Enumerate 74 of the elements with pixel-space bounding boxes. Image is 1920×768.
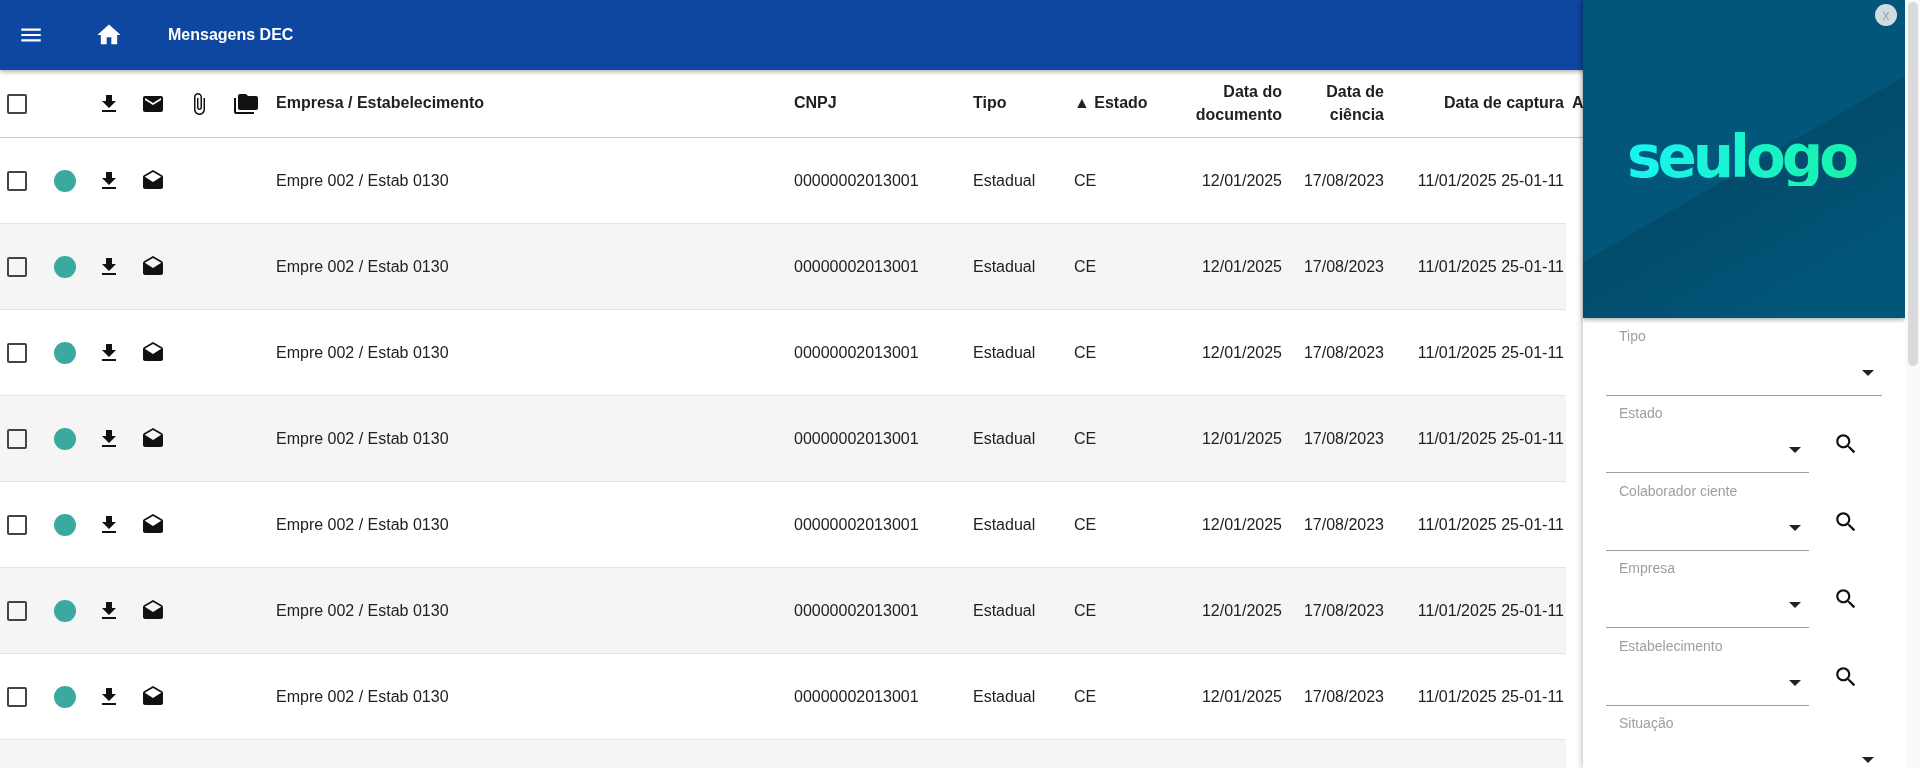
cnpj-cell: 00000002013001 — [794, 515, 919, 534]
capture-date-cell: 11/01/2025 25-01-11 — [1417, 257, 1564, 276]
cnpj-cell: 00000002013001 — [794, 171, 919, 190]
cnpj-cell: 00000002013001 — [794, 687, 919, 706]
document-date-cell: 12/01/2025 — [1201, 171, 1282, 190]
document-date-cell: 12/01/2025 — [1201, 601, 1282, 620]
cnpj-cell: 00000002013001 — [794, 257, 919, 276]
scrollbar-thumb[interactable] — [1908, 2, 1918, 366]
type-cell: Estadual — [973, 601, 1036, 620]
column-header[interactable]: CNPJ — [794, 92, 837, 115]
company-cell: Empre 002 / Estab 0130 — [276, 429, 449, 448]
page-title: Mensagens DEC — [168, 26, 294, 44]
acknowledged-date-cell: 17/08/2023 — [1303, 429, 1384, 448]
document-date-cell: 12/01/2025 — [1201, 257, 1282, 276]
acknowledged-date-cell: 17/08/2023 — [1303, 171, 1384, 190]
row-checkbox[interactable] — [7, 686, 27, 707]
dropdown-arrow-icon — [1789, 524, 1801, 531]
document-date-cell: 12/01/2025 — [1201, 687, 1282, 706]
company-cell: Empre 002 / Estab 0130 — [276, 343, 449, 362]
document-date-cell: 12/01/2025 — [1201, 343, 1282, 362]
company-cell: Empre 002 / Estab 0130 — [276, 687, 449, 706]
dropdown-arrow-icon — [1789, 679, 1801, 686]
capture-date-cell: 11/01/2025 25-01-11 — [1417, 171, 1564, 190]
capture-date-cell: 11/01/2025 25-01-11 — [1417, 429, 1564, 448]
state-cell: CE — [1074, 257, 1097, 276]
state-cell: CE — [1074, 429, 1097, 448]
row-checkbox[interactable] — [7, 600, 27, 621]
dropdown-arrow-icon — [1789, 447, 1801, 453]
company-cell: Empre 002 / Estab 0130 — [276, 171, 449, 190]
document-date-cell: 12/01/2025 — [1201, 429, 1282, 448]
company-cell: Empre 002 / Estab 0130 — [276, 601, 449, 620]
type-cell: Estadual — [973, 687, 1036, 706]
row-checkbox[interactable] — [7, 170, 27, 191]
acknowledged-date-cell: 17/08/2023 — [1303, 257, 1384, 276]
acknowledged-date-cell: 17/08/2023 — [1303, 601, 1384, 620]
type-cell: Estadual — [973, 429, 1036, 448]
acknowledged-date-cell: 17/08/2023 — [1303, 687, 1384, 706]
dropdown-arrow-icon — [1789, 602, 1801, 608]
cnpj-cell: 00000002013001 — [794, 601, 919, 620]
select-all-checkbox[interactable] — [7, 93, 27, 114]
row-checkbox[interactable] — [7, 256, 27, 277]
row-checkbox[interactable] — [7, 342, 27, 363]
state-cell: CE — [1074, 515, 1097, 534]
type-cell: Estadual — [973, 343, 1036, 362]
cnpj-cell: 00000002013001 — [794, 429, 919, 448]
acknowledged-date-cell: 17/08/2023 — [1303, 343, 1384, 362]
dropdown-arrow-icon — [1862, 757, 1874, 763]
company-cell: Empre 002 / Estab 0130 — [276, 515, 449, 534]
state-cell: CE — [1074, 601, 1097, 620]
column-header[interactable]: A — [1572, 92, 1584, 115]
cnpj-cell: 00000002013001 — [794, 343, 919, 362]
dropdown-arrow-icon — [1862, 369, 1874, 376]
row-checkbox[interactable] — [7, 428, 27, 449]
column-header[interactable]: Data de ciência — [1286, 81, 1384, 126]
capture-date-cell: 11/01/2025 25-01-11 — [1417, 515, 1564, 534]
row-checkbox[interactable] — [7, 514, 27, 535]
folders-icon[interactable] — [234, 91, 258, 116]
state-cell: CE — [1074, 687, 1097, 706]
capture-date-cell: 11/01/2025 25-01-11 — [1417, 687, 1564, 706]
column-header[interactable]: Data de captura — [1443, 92, 1564, 115]
acknowledged-date-cell: 17/08/2023 — [1303, 515, 1384, 534]
state-cell: CE — [1074, 343, 1097, 362]
capture-date-cell: 11/01/2025 25-01-11 — [1417, 601, 1564, 620]
column-header[interactable]: Tipo — [973, 92, 1007, 115]
type-cell: Estadual — [973, 257, 1036, 276]
state-cell: CE — [1074, 171, 1097, 190]
type-cell: Estadual — [973, 171, 1036, 190]
column-header[interactable]: Data do documento — [1182, 81, 1282, 126]
document-date-cell: 12/01/2025 — [1201, 515, 1282, 534]
column-header[interactable]: ▲ Estado — [1074, 92, 1148, 115]
column-header[interactable]: Empresa / Estabelecimento — [276, 92, 485, 115]
type-cell: Estadual — [973, 515, 1036, 534]
company-cell: Empre 002 / Estab 0130 — [276, 257, 449, 276]
capture-date-cell: 11/01/2025 25-01-11 — [1417, 343, 1564, 362]
